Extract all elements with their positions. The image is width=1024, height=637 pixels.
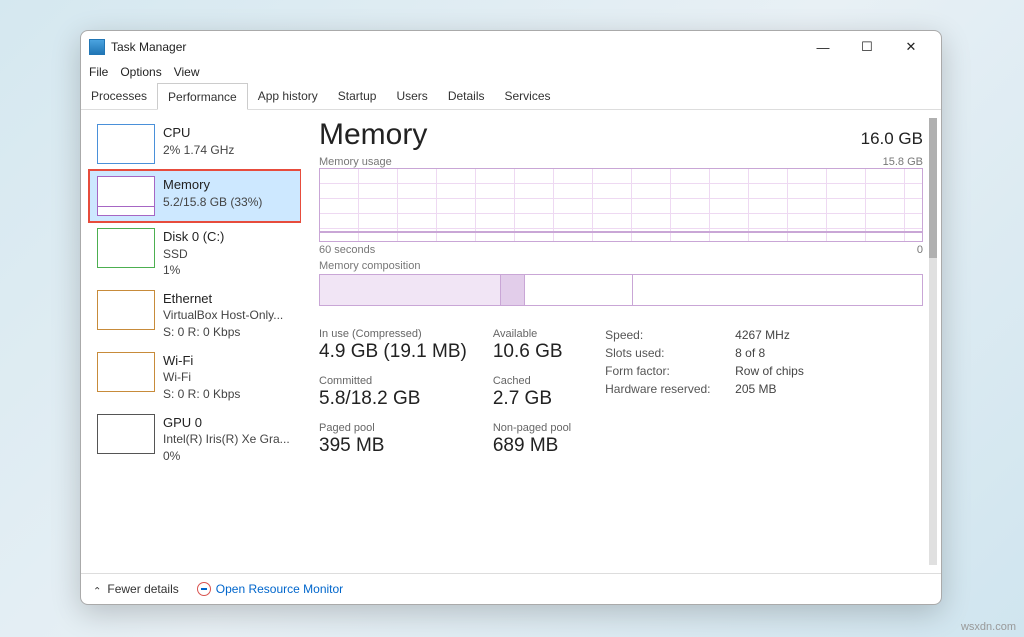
- ethernet-thumb-icon: [97, 290, 155, 330]
- tab-performance[interactable]: Performance: [157, 83, 248, 110]
- disk-thumb-icon: [97, 228, 155, 268]
- sidebar-label: CPU: [163, 124, 234, 142]
- sidebar-item-wifi[interactable]: Wi-Fi Wi-Fi S: 0 R: 0 Kbps: [89, 346, 301, 408]
- sidebar-sub: S: 0 R: 0 Kbps: [163, 386, 240, 402]
- info-block: Speed:4267 MHz Slots used:8 of 8 Form fa…: [605, 328, 804, 457]
- body: CPU 2% 1.74 GHz Memory 5.2/15.8 GB (33%)…: [81, 110, 941, 573]
- stat-committed: Committed5.8/18.2 GB: [319, 375, 467, 410]
- tab-processes[interactable]: Processes: [81, 83, 157, 109]
- sidebar-item-gpu[interactable]: GPU 0 Intel(R) Iris(R) Xe Gra... 0%: [89, 408, 301, 470]
- graph-axis: 60 seconds 0: [319, 244, 923, 256]
- footer: ⌄ Fewer details Open Resource Monitor: [81, 573, 941, 604]
- tab-startup[interactable]: Startup: [328, 83, 387, 109]
- sidebar-item-memory[interactable]: Memory 5.2/15.8 GB (33%): [89, 170, 301, 222]
- maximize-button[interactable]: ☐: [845, 33, 889, 61]
- sidebar-sub: 0%: [163, 448, 290, 464]
- menu-file[interactable]: File: [89, 65, 108, 79]
- menubar: File Options View: [81, 63, 941, 83]
- sidebar-sub: SSD: [163, 246, 224, 262]
- menu-view[interactable]: View: [174, 65, 200, 79]
- task-manager-window: Task Manager — ☐ ✕ File Options View Pro…: [80, 30, 942, 605]
- sidebar-sub: 1%: [163, 262, 224, 278]
- sidebar-label: Memory: [163, 176, 262, 194]
- open-resource-monitor-link[interactable]: Open Resource Monitor: [197, 582, 343, 596]
- stats-block: In use (Compressed)4.9 GB (19.1 MB) Avai…: [319, 328, 923, 457]
- page-title: Memory: [319, 118, 427, 152]
- sidebar-item-disk[interactable]: Disk 0 (C:) SSD 1%: [89, 222, 301, 284]
- sidebar-label: Wi-Fi: [163, 352, 240, 370]
- sidebar-item-cpu[interactable]: CPU 2% 1.74 GHz: [89, 118, 301, 170]
- capacity-value: 16.0 GB: [861, 129, 923, 149]
- fewer-details-button[interactable]: ⌄ Fewer details: [93, 582, 179, 596]
- minimize-button[interactable]: —: [801, 33, 845, 61]
- wifi-thumb-icon: [97, 352, 155, 392]
- stat-cached: Cached2.7 GB: [493, 375, 571, 410]
- memory-composition-graph[interactable]: [319, 274, 923, 306]
- memory-usage-graph[interactable]: [319, 168, 923, 242]
- sidebar-label: GPU 0: [163, 414, 290, 432]
- stat-available: Available10.6 GB: [493, 328, 571, 363]
- sidebar-sub: 5.2/15.8 GB (33%): [163, 194, 262, 210]
- chevron-up-icon: ⌄: [93, 584, 101, 595]
- sidebar-sub: S: 0 R: 0 Kbps: [163, 324, 283, 340]
- window-title: Task Manager: [111, 40, 801, 54]
- titlebar: Task Manager — ☐ ✕: [81, 31, 941, 63]
- main-panel: Memory 16.0 GB Memory usage 15.8 GB 60 s…: [301, 110, 941, 573]
- watermark: wsxdn.com: [961, 621, 1016, 633]
- tab-users[interactable]: Users: [386, 83, 437, 109]
- app-icon: [89, 39, 105, 55]
- main-header: Memory 16.0 GB: [319, 118, 923, 152]
- sidebar-label: Ethernet: [163, 290, 283, 308]
- sidebar-item-ethernet[interactable]: Ethernet VirtualBox Host-Only... S: 0 R:…: [89, 284, 301, 346]
- usage-graph-label: Memory usage 15.8 GB: [319, 156, 923, 168]
- close-button[interactable]: ✕: [889, 33, 933, 61]
- tabs: Processes Performance App history Startu…: [81, 83, 941, 110]
- resource-monitor-icon: [197, 582, 211, 596]
- composition-label: Memory composition: [319, 260, 923, 272]
- scrollbar[interactable]: [929, 118, 937, 565]
- sidebar-label: Disk 0 (C:): [163, 228, 224, 246]
- cpu-thumb-icon: [97, 124, 155, 164]
- gpu-thumb-icon: [97, 414, 155, 454]
- tab-services[interactable]: Services: [495, 83, 561, 109]
- sidebar-sub: VirtualBox Host-Only...: [163, 307, 283, 323]
- menu-options[interactable]: Options: [120, 65, 161, 79]
- memory-thumb-icon: [97, 176, 155, 216]
- sidebar-sub: Intel(R) Iris(R) Xe Gra...: [163, 431, 290, 447]
- sidebar-sub: Wi-Fi: [163, 369, 240, 385]
- tab-details[interactable]: Details: [438, 83, 495, 109]
- tab-app-history[interactable]: App history: [248, 83, 328, 109]
- stat-in-use: In use (Compressed)4.9 GB (19.1 MB): [319, 328, 467, 363]
- stat-paged-pool: Paged pool395 MB: [319, 422, 467, 457]
- sidebar: CPU 2% 1.74 GHz Memory 5.2/15.8 GB (33%)…: [81, 110, 301, 573]
- stat-non-paged-pool: Non-paged pool689 MB: [493, 422, 571, 457]
- sidebar-sub: 2% 1.74 GHz: [163, 142, 234, 158]
